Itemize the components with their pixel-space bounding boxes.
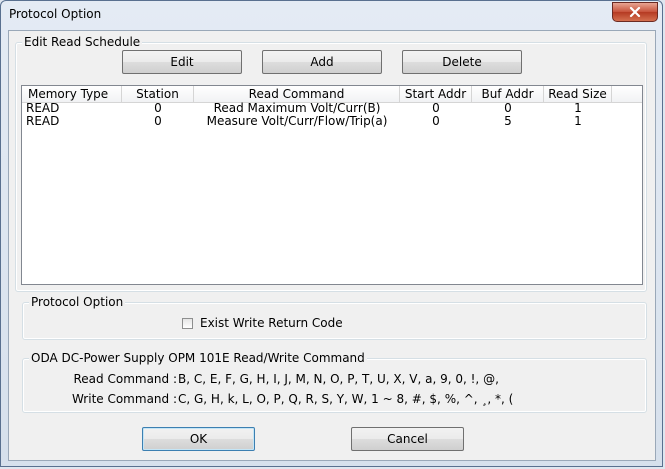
table-row[interactable]: READ 0 Measure Volt/Curr/Flow/Trip(a) 0 …: [22, 114, 642, 128]
read-command-label: Read Command :: [73, 372, 178, 386]
column-header-start-addr[interactable]: Start Addr: [400, 86, 472, 102]
protocol-option-window: Protocol Option Edit Read Schedule Edit …: [0, 0, 663, 467]
cell-station: 0: [154, 114, 162, 128]
column-header-station[interactable]: Station: [122, 86, 194, 102]
cell-read-size: 1: [574, 114, 582, 128]
cell-buf-addr: 5: [504, 114, 512, 128]
cell-memory-type: READ: [26, 114, 60, 128]
ok-button[interactable]: OK: [142, 427, 255, 451]
cancel-button[interactable]: Cancel: [351, 427, 464, 451]
close-icon: [629, 6, 641, 18]
cell-memory-type: READ: [26, 101, 60, 115]
read-write-command-label: ODA DC-Power Supply OPM 101E Read/Write …: [29, 351, 367, 365]
column-header-read-command[interactable]: Read Command: [194, 86, 400, 102]
read-schedule-list[interactable]: Memory Type Station Read Command Start A…: [21, 85, 643, 285]
cell-start-addr: 0: [432, 114, 440, 128]
dialog-client-area: Edit Read Schedule Edit Add Delete Memor…: [8, 30, 656, 461]
edit-read-schedule-label: Edit Read Schedule: [22, 35, 143, 49]
cell-buf-addr: 0: [504, 101, 512, 115]
column-header-read-size[interactable]: Read Size: [544, 86, 612, 102]
exist-write-return-code-checkbox[interactable]: [182, 318, 193, 329]
exist-write-return-code-label[interactable]: Exist Write Return Code: [200, 316, 343, 330]
column-header-buf-addr[interactable]: Buf Addr: [472, 86, 544, 102]
cell-read-command: Read Maximum Volt/Curr(B): [213, 101, 381, 115]
protocol-option-label: Protocol Option: [29, 295, 126, 309]
delete-button[interactable]: Delete: [402, 50, 522, 74]
table-row[interactable]: READ 0 Read Maximum Volt/Curr(B) 0 0 1: [22, 101, 642, 115]
cell-station: 0: [154, 101, 162, 115]
edit-button[interactable]: Edit: [122, 50, 242, 74]
read-command-value: B, C, E, F, G, H, I, J, M, N, O, P, T, U…: [178, 372, 499, 386]
column-header-memory-type[interactable]: Memory Type: [22, 86, 122, 102]
cell-read-size: 1: [574, 101, 582, 115]
cell-start-addr: 0: [432, 101, 440, 115]
add-button[interactable]: Add: [262, 50, 382, 74]
write-command-value: C, G, H, k, L, O, P, Q, R, S, Y, W, 1 ~ …: [178, 392, 514, 406]
close-button[interactable]: [612, 2, 658, 22]
window-title: Protocol Option: [9, 7, 102, 21]
write-command-label: Write Command :: [71, 392, 177, 406]
cell-read-command: Measure Volt/Curr/Flow/Trip(a): [206, 114, 388, 128]
title-bar[interactable]: Protocol Option: [1, 1, 662, 29]
